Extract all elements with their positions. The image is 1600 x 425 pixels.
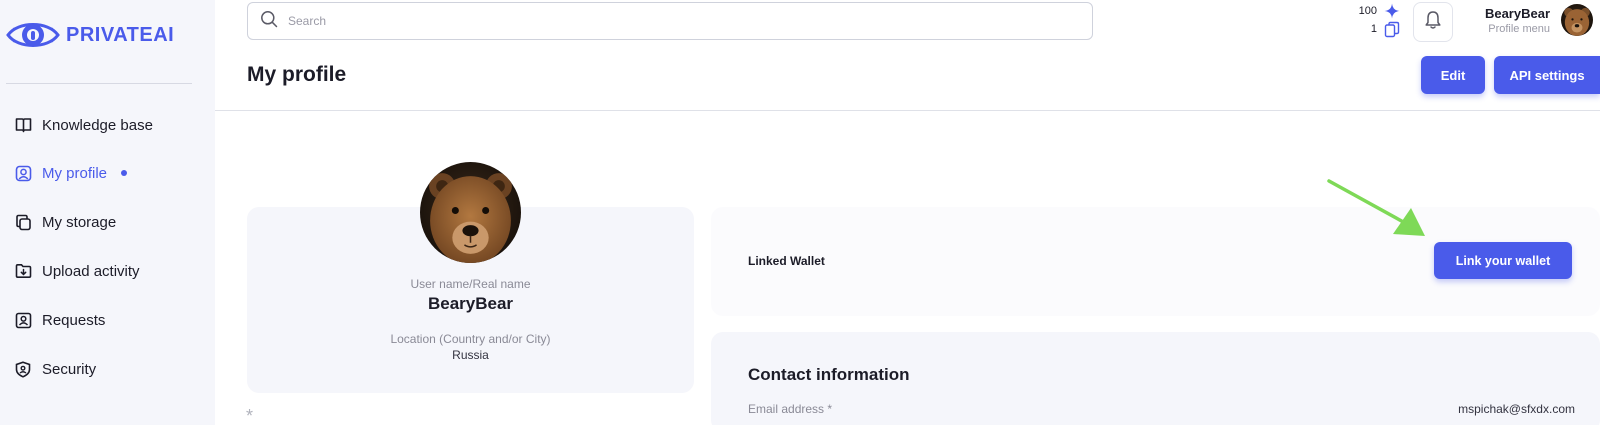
linked-wallet-label: Linked Wallet: [748, 254, 825, 268]
edit-button[interactable]: Edit: [1421, 56, 1485, 94]
sparkle-icon: [1383, 2, 1401, 20]
sidebar-item-label: Knowledge base: [42, 116, 153, 134]
search-icon: [260, 10, 278, 33]
documents-icon: [1383, 20, 1401, 38]
search-box[interactable]: [247, 2, 1093, 40]
sidebar-item-label: Upload activity: [42, 262, 140, 280]
book-icon: [14, 116, 32, 134]
sidebar-item-upload-activity[interactable]: Upload activity: [14, 259, 140, 283]
search-input[interactable]: [288, 14, 1068, 28]
email-value: mspichak@sfxdx.com: [1458, 402, 1575, 416]
sidebar-item-security[interactable]: Security: [14, 357, 96, 381]
sidebar-divider: [6, 83, 192, 84]
eye-logo-icon: [6, 23, 60, 47]
sidebar-item-label: My profile: [42, 164, 108, 182]
documents-counter: 1: [1343, 20, 1401, 38]
bell-icon: [1424, 10, 1442, 35]
page-title: My profile: [247, 63, 347, 86]
profile-menu-label: Profile menu: [1488, 23, 1550, 35]
folder-upload-icon: [14, 262, 32, 280]
documents-count: 1: [1370, 23, 1377, 35]
sidebar-item-knowledge-base[interactable]: Knowledge base: [14, 113, 153, 137]
profile-menu[interactable]: BearyBear Profile menu: [1470, 6, 1550, 35]
sidebar: PRIVATEAI Knowledge base My profile My s…: [0, 0, 215, 425]
brand-name: PRIVATEAI: [66, 23, 175, 46]
copy-icon: [14, 213, 32, 231]
notifications-button[interactable]: [1413, 2, 1453, 42]
profile-username: BearyBear: [1484, 6, 1550, 21]
sidebar-item-my-storage[interactable]: My storage: [14, 210, 116, 234]
stars-counter: 100: [1343, 2, 1401, 20]
id-card-icon: [14, 311, 32, 329]
api-settings-button[interactable]: API settings: [1494, 56, 1600, 94]
logo[interactable]: PRIVATEAI: [6, 15, 174, 55]
sidebar-item-my-profile[interactable]: My profile: [14, 161, 128, 185]
required-asterisk: *: [246, 406, 254, 425]
location-label: Location (Country and/or City): [390, 332, 551, 346]
profile-avatar: [420, 162, 521, 263]
sidebar-item-label: Security: [42, 360, 97, 378]
sidebar-item-label: My storage: [42, 213, 117, 231]
app: PRIVATEAI Knowledge base My profile My s…: [0, 0, 1600, 425]
sidebar-item-requests[interactable]: Requests: [14, 308, 105, 332]
location-value: Russia: [452, 348, 489, 362]
username-value: BearyBear: [427, 294, 514, 313]
avatar[interactable]: [1561, 4, 1593, 36]
email-label: Email address *: [748, 402, 833, 416]
stars-count: 100: [1358, 5, 1377, 17]
sidebar-item-label: Requests: [42, 311, 106, 329]
active-indicator-dot: [121, 170, 128, 176]
username-label: User name/Real name: [410, 277, 531, 291]
user-icon: [14, 164, 32, 182]
annotation-arrow-icon: [1327, 179, 1425, 236]
link-wallet-button[interactable]: Link your wallet: [1434, 242, 1572, 279]
shield-icon: [14, 360, 32, 378]
contact-information-title: Contact information: [748, 365, 910, 384]
usage-counters: 100 1: [1343, 2, 1401, 38]
header-divider: [215, 110, 1600, 111]
